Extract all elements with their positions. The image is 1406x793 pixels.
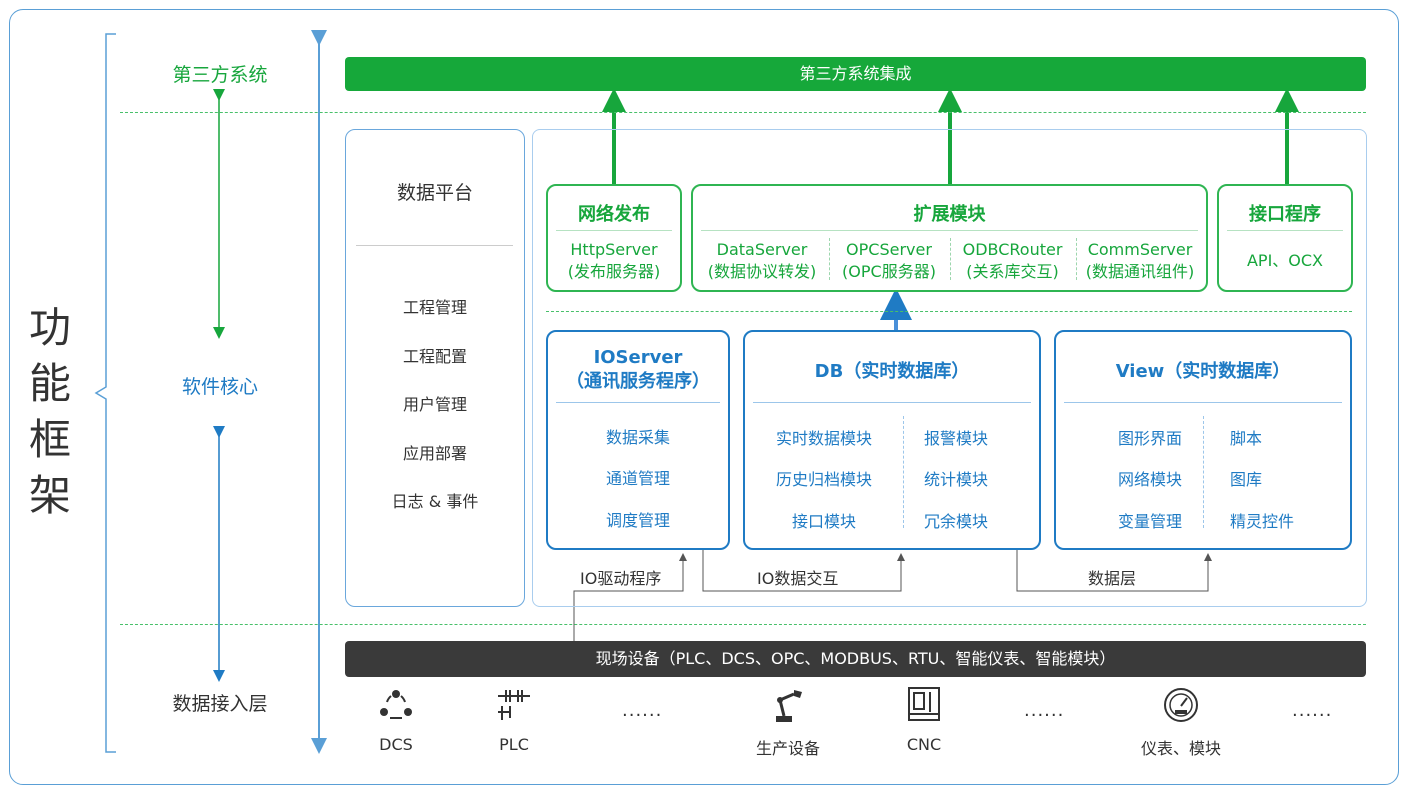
extension-modules-title: 扩展模块 [913, 204, 986, 225]
http-server-label: HttpServer [570, 240, 658, 259]
platform-item: 日志 & 事件 [391, 492, 479, 511]
ioserver-subtitle: （通讯服务程序） [566, 371, 710, 392]
box-divider [753, 402, 1031, 403]
interface-program-title: 接口程序 [1249, 204, 1321, 225]
device-label-cnc: CNC [906, 735, 942, 754]
db-module: 统计模块 [923, 470, 988, 489]
data-platform-title: 数据平台 [396, 182, 473, 204]
data-platform-panel: 数据平台 工程管理 工程配置 用户管理 应用部署 日志 & 事件 [345, 129, 525, 607]
ext-item-desc: (数据协议转发) [707, 262, 817, 281]
db-module: 历史归档模块 [775, 470, 872, 489]
device-label-meter: 仪表、模块 [1140, 739, 1221, 758]
box-divider [1064, 402, 1342, 403]
ioserver-item: 调度管理 [605, 511, 670, 530]
box-divider [556, 230, 672, 231]
box-divider [1227, 230, 1343, 231]
box-divider [556, 402, 720, 403]
db-box: DB（实时数据库） 实时数据模块 历史归档模块 接口模块 报警模块 统计模块 冗… [743, 330, 1041, 550]
http-server-desc: (发布服务器) [567, 262, 661, 281]
extension-modules-box: 扩展模块 DataServer (数据协议转发) OPCServer (OPC服… [691, 184, 1208, 292]
more-devices-ellipsis: ...... [622, 700, 663, 721]
ext-item-name: DataServer [716, 240, 808, 259]
db-column-divider [903, 416, 904, 528]
view-title: View（实时数据库） [1115, 361, 1291, 382]
db-title: DB（实时数据库） [814, 361, 970, 382]
view-module: 脚本 [1230, 429, 1263, 448]
cnc-machine-icon [908, 687, 940, 721]
ext-item-desc: (OPC服务器) [842, 262, 936, 281]
ext-item-desc: (数据通讯组件) [1085, 262, 1195, 281]
view-box: View（实时数据库） 图形界面 网络模块 变量管理 脚本 图库 精灵控件 [1054, 330, 1352, 550]
ext-item-desc: (关系库交互) [966, 262, 1059, 281]
ext-item-name: CommServer [1087, 240, 1193, 259]
ext-item-name: ODBCRouter [962, 240, 1063, 259]
view-module: 图库 [1230, 470, 1263, 489]
db-module: 实时数据模块 [775, 429, 872, 448]
ioserver-title: IOServer [593, 347, 683, 368]
network-publish-title: 网络发布 [578, 204, 650, 225]
core-inner-separator [546, 311, 1352, 312]
db-module: 接口模块 [791, 512, 856, 531]
io-driver-label: IO驱动程序 [580, 569, 662, 588]
more-devices-ellipsis: ...... [1024, 700, 1065, 721]
view-module: 图形界面 [1117, 429, 1182, 448]
platform-item: 应用部署 [402, 444, 467, 463]
db-module: 报警模块 [923, 429, 988, 448]
platform-item: 工程配置 [402, 347, 467, 366]
field-devices-bar: 现场设备（PLC、DCS、OPC、MODBUS、RTU、智能仪表、智能模块） [345, 641, 1366, 677]
device-label-dcs: DCS [379, 735, 413, 754]
network-publish-box: 网络发布 HttpServer (发布服务器) [546, 184, 682, 292]
separator-top [120, 112, 1366, 113]
ioserver-box: IOServer （通讯服务程序） 数据采集 通道管理 调度管理 [546, 330, 730, 550]
interface-program-text: API、OCX [1246, 251, 1324, 270]
separator-bottom [120, 624, 1366, 625]
device-label-plc: PLC [499, 735, 529, 754]
data-layer-label: 数据层 [1088, 569, 1137, 588]
ext-item-name: OPCServer [846, 240, 932, 259]
platform-divider [356, 245, 513, 246]
dcs-icon [380, 690, 412, 719]
gauge-meter-icon [1164, 688, 1198, 722]
io-exchange-label: IO数据交互 [757, 569, 839, 588]
robot-arm-icon [776, 690, 802, 722]
ioserver-item: 通道管理 [605, 469, 670, 488]
platform-item: 用户管理 [402, 395, 467, 414]
view-module: 精灵控件 [1230, 512, 1295, 531]
ioserver-item: 数据采集 [605, 428, 670, 447]
plc-icon [498, 690, 530, 720]
third-party-integration-bar: 第三方系统集成 [345, 57, 1366, 91]
more-devices-ellipsis: ...... [1292, 700, 1333, 721]
db-module: 冗余模块 [923, 512, 988, 531]
interface-program-box: 接口程序 API、OCX [1217, 184, 1353, 292]
view-module: 网络模块 [1117, 470, 1182, 489]
box-divider [701, 230, 1198, 231]
platform-item: 工程管理 [402, 298, 467, 317]
device-label-production: 生产设备 [755, 739, 820, 758]
view-module: 变量管理 [1117, 512, 1182, 531]
